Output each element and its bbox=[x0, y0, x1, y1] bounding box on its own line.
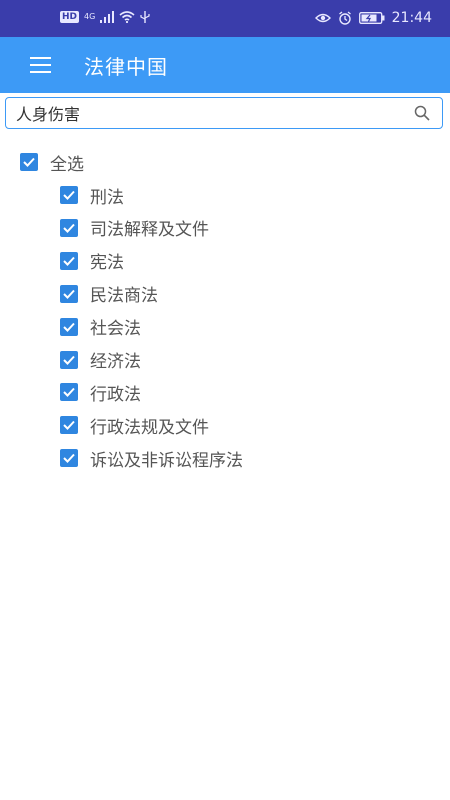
category-checkbox-row[interactable]: 社会法 bbox=[60, 314, 141, 340]
status-bar: HD 4G 21:44 bbox=[0, 0, 450, 37]
category-label: 经济法 bbox=[90, 352, 141, 372]
category-label: 社会法 bbox=[90, 319, 141, 340]
category-checkbox-row[interactable]: 民法商法 bbox=[60, 281, 158, 307]
category-checkbox[interactable] bbox=[60, 350, 78, 369]
category-checkbox-row[interactable]: 诉讼及非诉讼程序法 bbox=[60, 445, 243, 471]
category-checkbox[interactable] bbox=[60, 218, 78, 237]
check-icon bbox=[63, 454, 75, 464]
category-label: 行政法规及文件 bbox=[90, 417, 209, 438]
check-icon bbox=[63, 322, 75, 332]
category-checkbox[interactable] bbox=[60, 284, 78, 303]
search-input[interactable] bbox=[16, 100, 396, 126]
network-type: 4G bbox=[84, 12, 96, 21]
search-icon[interactable] bbox=[414, 105, 430, 121]
signal-icon bbox=[100, 10, 115, 23]
battery-icon bbox=[358, 12, 385, 24]
status-right: 21:44 bbox=[314, 10, 432, 26]
category-label: 司法解释及文件 bbox=[90, 220, 209, 241]
category-label: 刑法 bbox=[90, 187, 124, 208]
check-icon bbox=[63, 289, 75, 299]
select-all-checkbox[interactable] bbox=[20, 153, 38, 171]
category-label: 宪法 bbox=[90, 253, 124, 274]
category-label: 民法商法 bbox=[90, 286, 158, 307]
eye-icon bbox=[314, 13, 331, 23]
category-checkbox[interactable] bbox=[60, 186, 78, 204]
check-icon bbox=[63, 256, 75, 266]
search-box bbox=[5, 97, 443, 129]
check-icon bbox=[63, 190, 75, 200]
check-icon bbox=[23, 157, 35, 167]
category-checkbox-row[interactable]: 司法解释及文件 bbox=[60, 215, 209, 241]
category-checkbox-row[interactable]: 经济法 bbox=[60, 347, 141, 373]
category-checkbox-row[interactable]: 行政法规及文件 bbox=[60, 412, 209, 438]
check-icon bbox=[63, 421, 75, 431]
wifi-icon bbox=[119, 10, 135, 23]
hd-badge: HD bbox=[60, 10, 80, 23]
usb-icon bbox=[140, 11, 150, 23]
menu-button[interactable] bbox=[29, 54, 53, 76]
category-checkbox-row[interactable]: 行政法 bbox=[60, 379, 141, 405]
status-left: HD 4G bbox=[60, 10, 150, 23]
app-title: 法律中国 bbox=[84, 55, 168, 79]
hamburger-menu-icon bbox=[30, 57, 51, 73]
category-checkbox-row[interactable]: 宪法 bbox=[60, 248, 124, 274]
category-label: 诉讼及非诉讼程序法 bbox=[90, 450, 243, 471]
check-icon bbox=[63, 355, 75, 365]
category-checkbox[interactable] bbox=[60, 317, 78, 336]
check-icon bbox=[63, 388, 75, 398]
category-checkbox[interactable] bbox=[60, 416, 78, 435]
select-all-label: 全选 bbox=[50, 154, 84, 175]
app-bar: 法律中国 bbox=[0, 37, 450, 93]
category-checkbox[interactable] bbox=[60, 251, 78, 270]
category-checkbox-row[interactable]: 刑法 bbox=[60, 182, 124, 208]
category-checkbox[interactable] bbox=[60, 383, 78, 402]
check-icon bbox=[63, 223, 75, 233]
select-all-checkbox-row[interactable]: 全选 bbox=[20, 149, 84, 175]
alarm-icon bbox=[338, 11, 351, 25]
category-label: 行政法 bbox=[90, 384, 141, 405]
clock: 21:44 bbox=[391, 10, 432, 26]
category-checkbox[interactable] bbox=[60, 449, 78, 468]
